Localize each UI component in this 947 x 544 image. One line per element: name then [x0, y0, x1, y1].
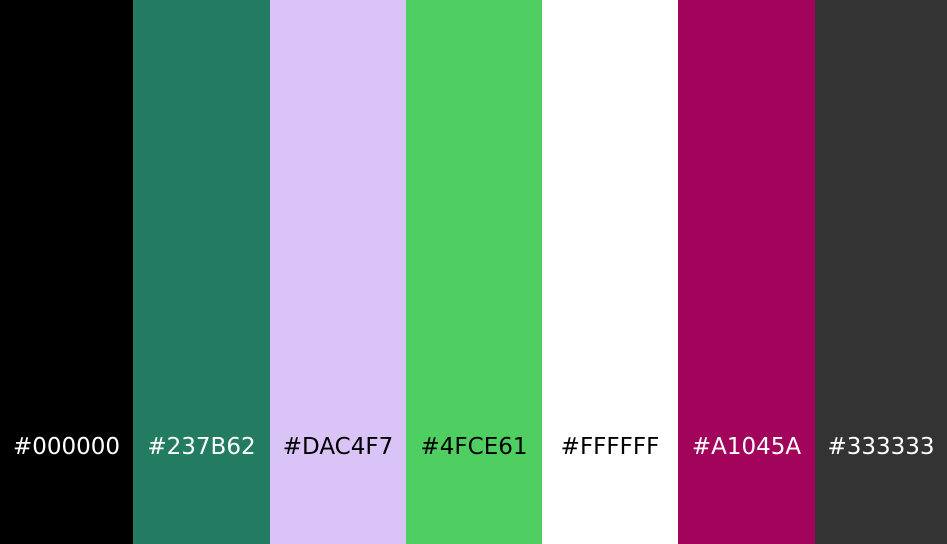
color-swatch: #000000 — [0, 0, 133, 544]
color-swatch: #4FCE61 — [406, 0, 542, 544]
swatch-hex-label: #DAC4F7 — [282, 434, 394, 460]
swatch-hex-label: #FFFFFF — [560, 434, 660, 460]
swatch-hex-label: #237B62 — [147, 434, 256, 460]
swatch-hex-label: #A1045A — [691, 434, 802, 460]
color-swatch: #237B62 — [133, 0, 270, 544]
color-swatch: #A1045A — [678, 0, 815, 544]
swatch-hex-label: #333333 — [827, 434, 935, 460]
color-swatch: #DAC4F7 — [270, 0, 406, 544]
color-palette: #000000 #237B62 #DAC4F7 #4FCE61 #FFFFFF … — [0, 0, 947, 544]
swatch-hex-label: #000000 — [12, 434, 121, 460]
color-swatch: #FFFFFF — [542, 0, 678, 544]
color-swatch: #333333 — [815, 0, 947, 544]
swatch-hex-label: #4FCE61 — [420, 434, 528, 460]
